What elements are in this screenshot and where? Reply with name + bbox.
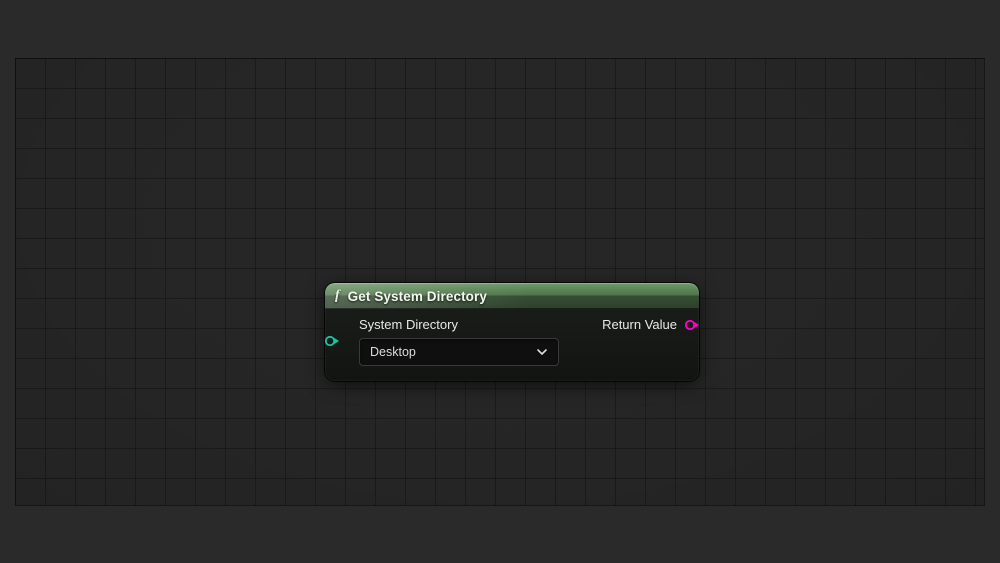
chevron-down-icon xyxy=(536,346,548,358)
output-pin-return-value[interactable] xyxy=(684,319,700,331)
blueprint-graph-viewport[interactable]: f Get System Directory System Directory … xyxy=(15,58,985,506)
system-directory-dropdown[interactable]: Desktop xyxy=(359,338,559,366)
output-label: Return Value xyxy=(602,317,677,332)
node-title: Get System Directory xyxy=(348,289,487,304)
node-header[interactable]: f Get System Directory xyxy=(325,283,699,309)
input-pin-system-directory[interactable] xyxy=(324,335,340,347)
function-icon: f xyxy=(335,289,340,303)
input-label: System Directory xyxy=(359,317,569,332)
node-body: System Directory Desktop Return Value xyxy=(325,309,699,381)
dropdown-value: Desktop xyxy=(370,345,416,359)
input-block: System Directory Desktop xyxy=(359,317,569,366)
node-get-system-directory[interactable]: f Get System Directory System Directory … xyxy=(325,283,699,381)
output-block: Return Value xyxy=(602,317,677,332)
